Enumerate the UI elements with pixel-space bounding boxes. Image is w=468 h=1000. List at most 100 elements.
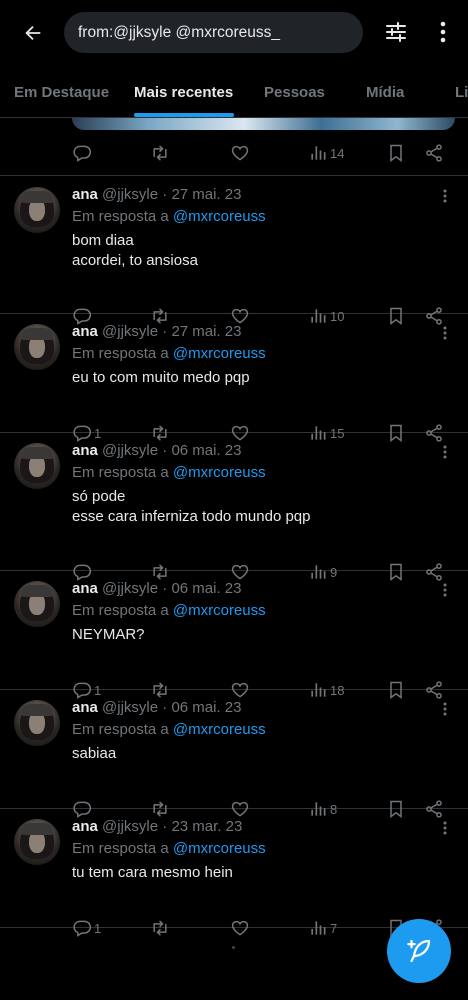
compose-icon: [407, 939, 431, 963]
reply-handle-link[interactable]: @mxrcoreuss: [173, 464, 266, 481]
loading-indicator: [232, 946, 235, 949]
share-button[interactable]: [424, 141, 444, 165]
tweet[interactable]: ana @jjksyle · 06 mai. 23 Em resposta a …: [0, 433, 468, 581]
tab-listas[interactable]: Li: [455, 84, 468, 101]
retweet-button[interactable]: [150, 141, 170, 165]
more-vertical-icon: [443, 583, 447, 597]
more-options-button[interactable]: [432, 18, 454, 46]
heart-icon: [230, 918, 250, 938]
tweet-partial[interactable]: 14: [0, 118, 468, 176]
reply-prefix: Em resposta a: [72, 208, 169, 225]
reply-handle-link[interactable]: @mxrcoreuss: [173, 602, 266, 619]
reply-context: Em resposta a @mxrcoreuss: [72, 345, 266, 362]
tweet[interactable]: ana @jjksyle · 27 mai. 23 Em resposta a …: [0, 314, 468, 442]
filter-button[interactable]: [382, 18, 410, 46]
display-name[interactable]: ana: [72, 818, 98, 835]
tweet-more-button[interactable]: [438, 443, 452, 461]
tab-mais-recentes[interactable]: Mais recentes: [134, 84, 233, 101]
tab-pessoas[interactable]: Pessoas: [264, 84, 325, 101]
views-count: 14: [330, 145, 345, 161]
tweet-text: tu tem cara mesmo hein: [72, 863, 442, 883]
avatar[interactable]: [14, 581, 60, 627]
bookmark-button[interactable]: [386, 141, 406, 165]
tab-em-destaque[interactable]: Em Destaque: [14, 84, 109, 101]
reply-count: 1: [94, 920, 102, 936]
display-name[interactable]: ana: [72, 442, 98, 459]
reply-context: Em resposta a @mxrcoreuss: [72, 840, 266, 857]
more-vertical-icon: [443, 189, 447, 203]
tweet-more-button[interactable]: [438, 324, 452, 342]
tweet-more-button[interactable]: [438, 700, 452, 718]
tweet-date[interactable]: · 06 mai. 23: [162, 442, 241, 459]
tweet[interactable]: ana @jjksyle · 06 mai. 23 Em resposta a …: [0, 690, 468, 818]
more-vertical-icon: [443, 326, 447, 340]
display-name[interactable]: ana: [72, 186, 98, 203]
tweet-text: eu to com muito medo pqp: [72, 368, 442, 388]
reply-handle-link[interactable]: @mxrcoreuss: [173, 721, 266, 738]
tweet[interactable]: ana @jjksyle · 06 mai. 23 Em resposta a …: [0, 571, 468, 699]
tweet-date[interactable]: · 06 mai. 23: [162, 580, 241, 597]
reply-handle-link[interactable]: @mxrcoreuss: [173, 208, 266, 225]
tweet-text: bom diaa acordei, to ansiosa: [72, 231, 442, 271]
tweet-text-line: tu tem cara mesmo hein: [72, 864, 233, 881]
reply-prefix: Em resposta a: [72, 464, 169, 481]
user-handle[interactable]: @jjksyle: [102, 580, 158, 597]
tweet[interactable]: ana @jjksyle · 23 mar. 23 Em resposta a …: [0, 809, 468, 937]
reply-button[interactable]: 1: [72, 916, 101, 940]
display-name[interactable]: ana: [72, 699, 98, 716]
display-name[interactable]: ana: [72, 323, 98, 340]
tweet-header: ana @jjksyle · 06 mai. 23: [72, 442, 242, 459]
more-vertical-icon: [443, 445, 447, 459]
user-handle[interactable]: @jjksyle: [102, 323, 158, 340]
avatar[interactable]: [14, 819, 60, 865]
user-handle[interactable]: @jjksyle: [102, 818, 158, 835]
user-handle[interactable]: @jjksyle: [102, 442, 158, 459]
tweet-more-button[interactable]: [438, 581, 452, 599]
back-button[interactable]: [18, 18, 48, 48]
tweet-header: ana @jjksyle · 06 mai. 23: [72, 699, 242, 716]
tweet-text-line: acordei, to ansiosa: [72, 252, 198, 269]
tweet-media[interactable]: [72, 118, 455, 130]
tweet-text-line: eu to com muito medo pqp: [72, 369, 250, 386]
tweet-header: ana @jjksyle · 23 mar. 23: [72, 818, 242, 835]
reply-handle-link[interactable]: @mxrcoreuss: [173, 840, 266, 857]
avatar[interactable]: [14, 187, 60, 233]
like-button[interactable]: [230, 916, 250, 940]
tweet-header: ana @jjksyle · 06 mai. 23: [72, 580, 242, 597]
reply-context: Em resposta a @mxrcoreuss: [72, 602, 266, 619]
avatar[interactable]: [14, 324, 60, 370]
avatar[interactable]: [14, 443, 60, 489]
retweet-icon: [150, 918, 170, 938]
search-tabs: Em Destaque Mais recentes Pessoas Mídia …: [0, 72, 468, 118]
user-handle[interactable]: @jjksyle: [102, 699, 158, 716]
tweet[interactable]: ana @jjksyle · 27 mai. 23 Em resposta a …: [0, 177, 468, 325]
tweet-more-button[interactable]: [438, 819, 452, 837]
tweet-text-line: só pode: [72, 488, 126, 505]
compose-button[interactable]: [387, 919, 451, 983]
more-vertical-icon: [443, 702, 447, 716]
like-button[interactable]: [230, 141, 250, 165]
tweet-date[interactable]: · 27 mai. 23: [162, 186, 241, 203]
reply-icon: [72, 143, 92, 163]
reply-handle-link[interactable]: @mxrcoreuss: [173, 345, 266, 362]
tweet-date[interactable]: · 23 mar. 23: [162, 818, 242, 835]
user-handle[interactable]: @jjksyle: [102, 186, 158, 203]
reply-prefix: Em resposta a: [72, 602, 169, 619]
search-input[interactable]: from:@jjksyle @mxrcoreuss_: [64, 12, 363, 53]
retweet-button[interactable]: [150, 916, 170, 940]
reply-prefix: Em resposta a: [72, 721, 169, 738]
views-button[interactable]: 14: [308, 141, 344, 165]
reply-prefix: Em resposta a: [72, 345, 169, 362]
tab-midia[interactable]: Mídia: [366, 84, 404, 101]
views-button[interactable]: 7: [308, 916, 337, 940]
reply-prefix: Em resposta a: [72, 840, 169, 857]
heart-icon: [230, 143, 250, 163]
tweet-more-button[interactable]: [438, 187, 452, 205]
avatar[interactable]: [14, 700, 60, 746]
tweet-text: NEYMAR?: [72, 625, 442, 645]
tweet-date[interactable]: · 27 mai. 23: [162, 323, 241, 340]
reply-button[interactable]: [72, 141, 92, 165]
display-name[interactable]: ana: [72, 580, 98, 597]
tweet-date[interactable]: · 06 mai. 23: [162, 699, 241, 716]
tweet-text-line: sabiaa: [72, 745, 117, 762]
